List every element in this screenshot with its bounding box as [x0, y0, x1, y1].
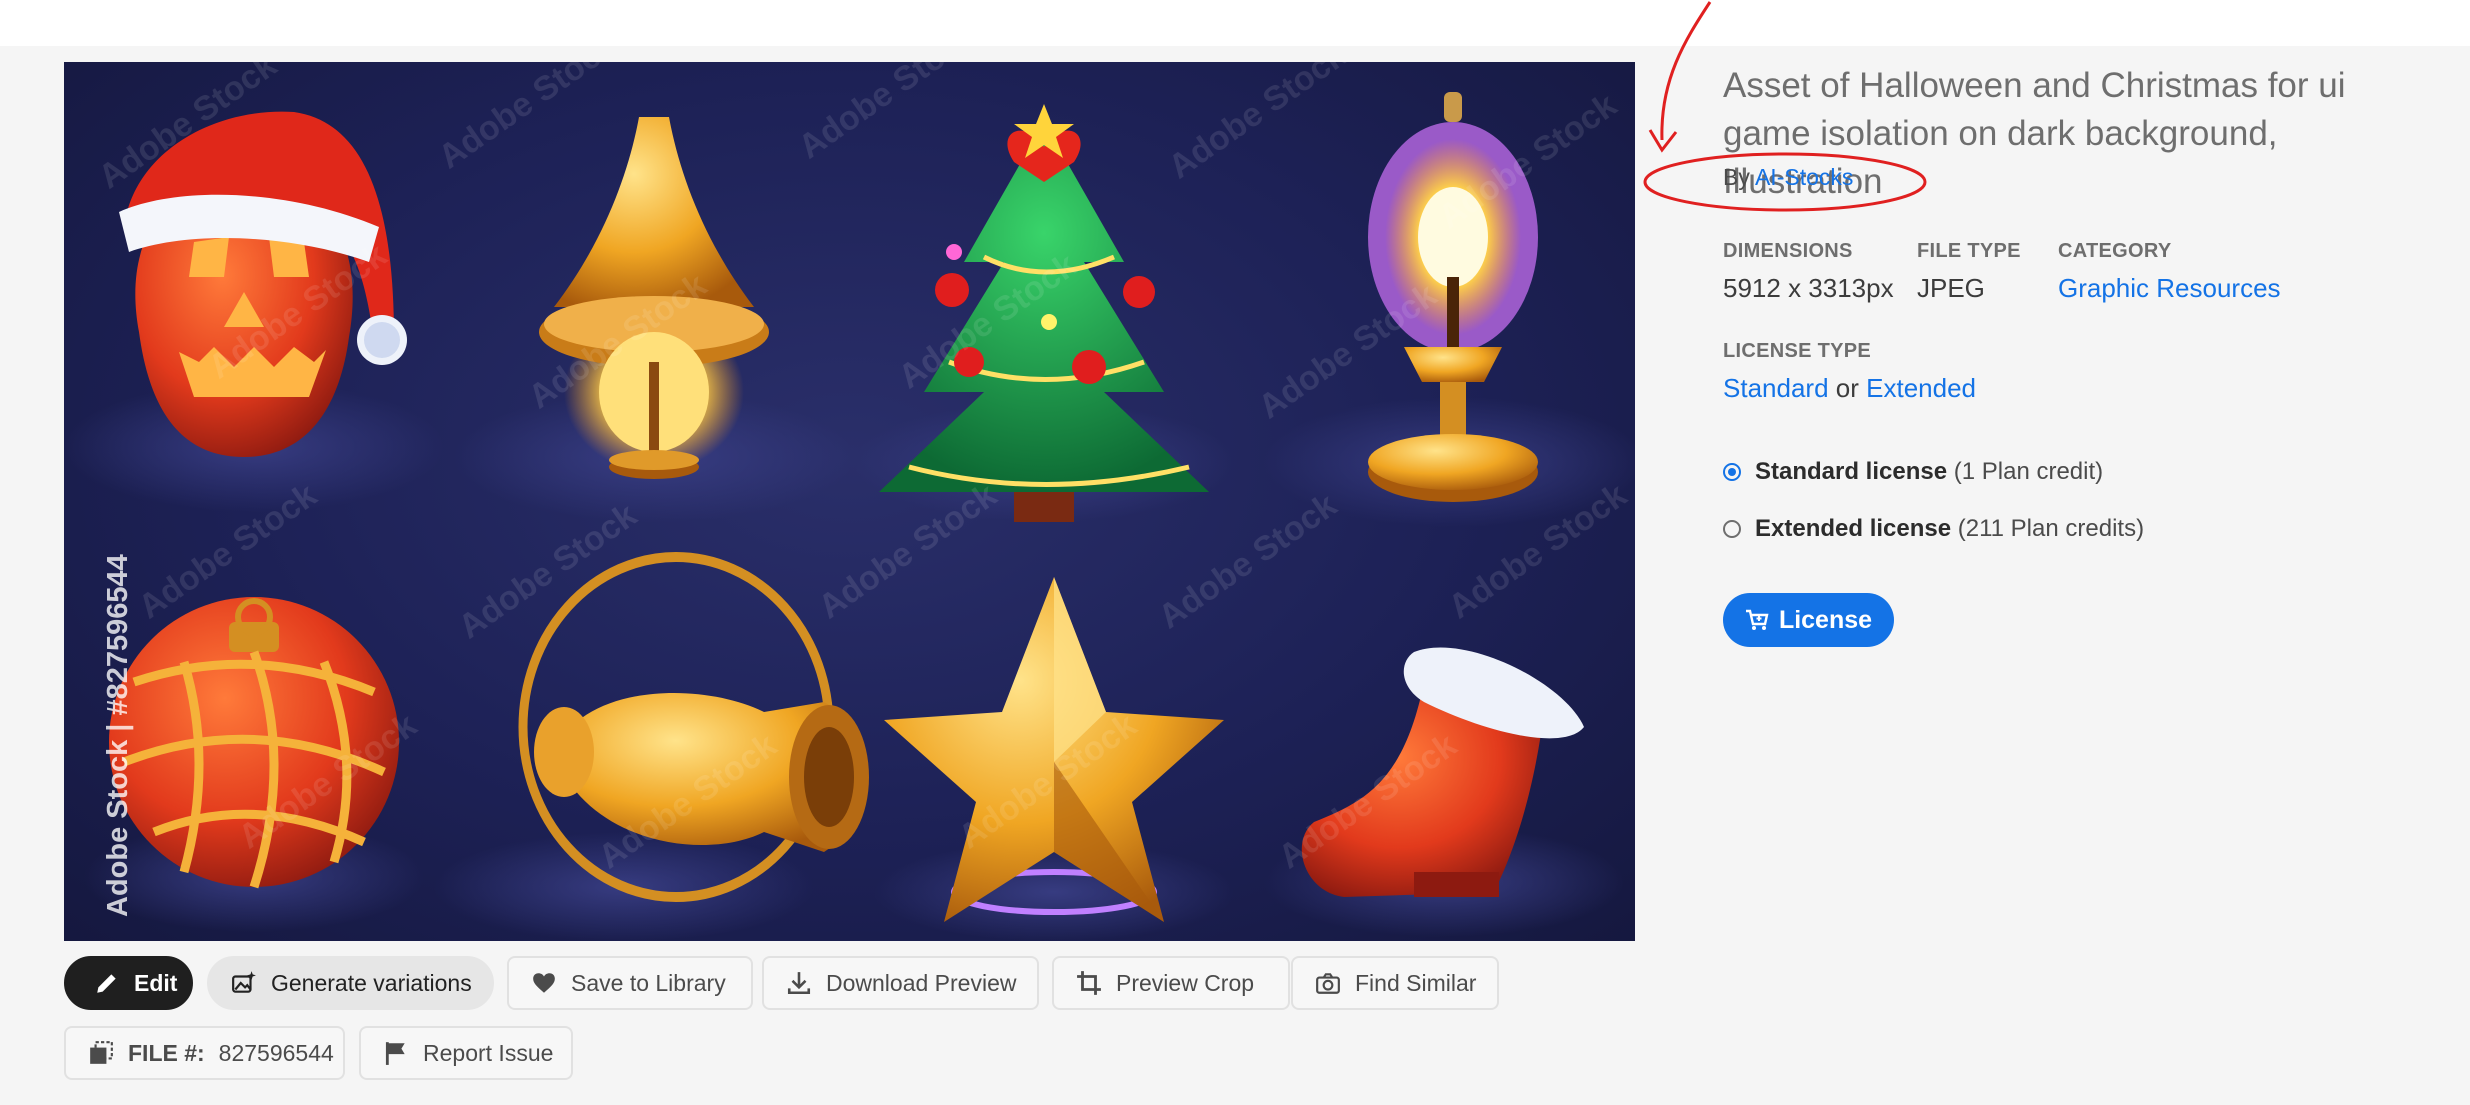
dimensions-block: DIMENSIONS 5912 x 3313px [1723, 240, 1894, 304]
download-icon [787, 972, 811, 995]
christmas-tree-icon [879, 104, 1209, 522]
download-preview-button[interactable]: Download Preview [762, 956, 1039, 1010]
save-to-library-button[interactable]: Save to Library [507, 956, 753, 1010]
extended-license-link[interactable]: Extended [1866, 373, 1976, 403]
extended-license-credit: (211 Plan credits) [1957, 515, 2145, 542]
pencil-icon [97, 974, 116, 993]
icon-set-illustration [64, 92, 1635, 941]
heart-icon [533, 973, 555, 993]
cart-icon [1745, 609, 1769, 630]
file-number-chip[interactable]: FILE #: 827596544 [64, 1026, 345, 1080]
camera-icon [1316, 973, 1340, 994]
category-label: CATEGORY [2058, 240, 2172, 262]
standard-license-radio[interactable] [1723, 463, 1741, 481]
crop-icon [1077, 971, 1101, 995]
file-type-value: JPEG [1917, 273, 1985, 303]
generate-variations-label: Generate variations [271, 969, 472, 996]
preview-crop-button[interactable]: Preview Crop [1052, 956, 1290, 1010]
dimensions-label: DIMENSIONS [1723, 240, 1853, 262]
asset-preview-image[interactable]: Adobe Stock Adobe Stock Adobe Stock Adob… [64, 62, 1635, 941]
top-bar [0, 0, 2470, 46]
generate-variations-button[interactable]: Generate variations [207, 956, 494, 1010]
golden-bell-icon [539, 117, 769, 479]
extended-license-option[interactable]: Extended license (211 Plan credits) [1723, 515, 2144, 543]
copy-icon [90, 1041, 113, 1064]
extended-license-radio[interactable] [1723, 520, 1741, 538]
find-similar-label: Find Similar [1355, 969, 1477, 996]
standard-license-option[interactable]: Standard license (1 Plan credit) [1723, 458, 2103, 486]
find-similar-button[interactable]: Find Similar [1291, 956, 1499, 1010]
download-preview-label: Download Preview [826, 969, 1017, 996]
red-annotation-mark [1643, 1, 1927, 212]
file-number-label: FILE #: [128, 1039, 205, 1066]
image-sparkle-icon [232, 971, 256, 993]
license-type-block: LICENSE TYPE Standard or Extended [1723, 340, 1976, 404]
category-block: CATEGORY Graphic Resources [2058, 240, 2281, 304]
license-button-label: License [1778, 605, 1873, 634]
extended-license-text: Extended license (211 Plan credits) [1755, 515, 2144, 543]
license-type-values: Standard or Extended [1723, 373, 1976, 404]
license-type-label: LICENSE TYPE [1723, 340, 1872, 362]
save-to-library-label: Save to Library [571, 969, 726, 996]
extended-license-name: Extended license [1755, 515, 1952, 542]
side-credit-text: Adobe Stock | #827596544 [102, 554, 134, 917]
preview-crop-label: Preview Crop [1116, 969, 1255, 996]
file-type-label: FILE TYPE [1917, 240, 2021, 262]
category-link[interactable]: Graphic Resources [2058, 273, 2281, 304]
edit-label: Edit [134, 969, 178, 996]
flag-icon [385, 1042, 405, 1065]
ornament-ball-icon [109, 597, 399, 889]
standard-license-link[interactable]: Standard [1723, 373, 1829, 403]
standard-license-text: Standard license (1 Plan credit) [1755, 458, 2103, 486]
standard-license-name: Standard license [1755, 458, 1948, 485]
file-type-block: FILE TYPE JPEG [1917, 240, 2021, 304]
dimensions-value: 5912 x 3313px [1723, 273, 1894, 303]
edit-button[interactable]: Edit [64, 956, 193, 1010]
standard-license-credit: (1 Plan credit) [1953, 458, 2104, 485]
report-issue-button[interactable]: Report Issue [359, 1026, 573, 1080]
license-button[interactable]: License [1723, 593, 1894, 647]
report-issue-label: Report Issue [423, 1039, 554, 1066]
license-or-text: or [1835, 373, 1859, 403]
file-number-value: 827596544 [218, 1039, 334, 1066]
